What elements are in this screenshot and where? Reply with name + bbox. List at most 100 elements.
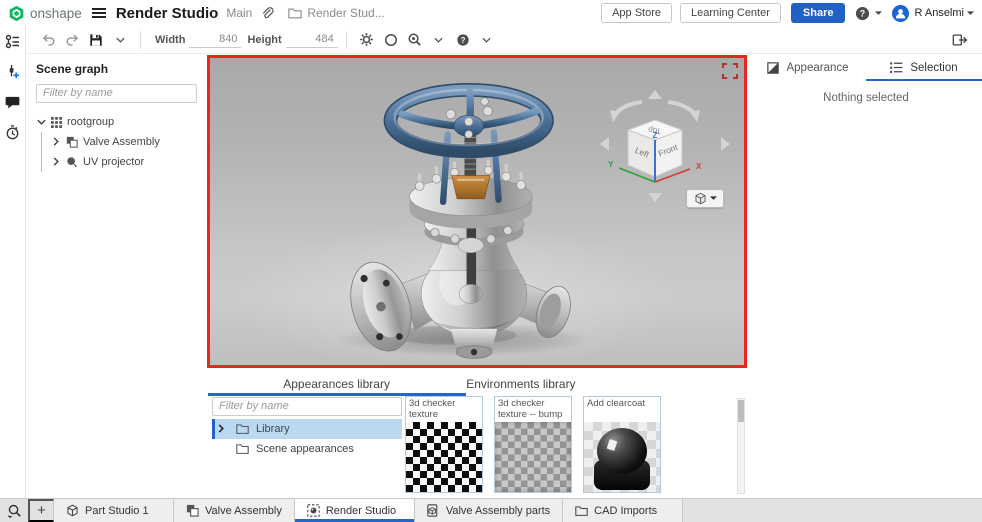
rotate-left-arrow: [610, 110, 620, 122]
library-filter-input[interactable]: [212, 396, 402, 416]
axis-label-z: Z: [653, 131, 658, 140]
app-header: onshape Render Studio Main Render Stud..…: [0, 0, 982, 26]
chevron-right-icon[interactable]: [51, 157, 61, 166]
part-studio-icon: [67, 504, 78, 517]
tree-node-label: Valve Assembly: [83, 135, 160, 148]
versions-link-icon[interactable]: [260, 6, 274, 20]
comment-icon[interactable]: [3, 92, 23, 112]
app-store-button[interactable]: App Store: [601, 3, 672, 23]
left-rail: [0, 26, 26, 498]
arrow-up: [648, 90, 662, 99]
render-settings-gear-button[interactable]: [355, 29, 379, 51]
fullscreen-icon[interactable]: [722, 63, 738, 79]
render-viewport[interactable]: Top Left Front Z X Y: [207, 55, 747, 368]
search-tabs-icon[interactable]: [0, 499, 28, 522]
tab-valve-assembly[interactable]: Valve Assembly: [174, 499, 295, 522]
tab-environments-library[interactable]: Environments library: [466, 371, 725, 396]
render-quality-button[interactable]: [403, 29, 427, 51]
document-tab[interactable]: Render Stud...: [288, 6, 385, 20]
chevron-right-icon[interactable]: [216, 424, 226, 433]
selection-list-icon: [890, 62, 903, 73]
rootgroup-children: Valve Assembly UV projector: [41, 131, 197, 172]
library-folder-pane: Library Scene appearances: [212, 396, 402, 496]
redo-button[interactable]: [60, 29, 84, 51]
arrow-left: [600, 137, 609, 151]
width-input[interactable]: [189, 31, 242, 48]
help-options-chevron[interactable]: [475, 29, 499, 51]
tree-node-uv-projector[interactable]: UV projector: [51, 152, 197, 172]
learning-center-button[interactable]: Learning Center: [680, 3, 781, 23]
svg-text:?: ?: [860, 8, 865, 18]
share-button[interactable]: Share: [790, 3, 846, 23]
tab-label: Valve Assembly parts: [445, 504, 551, 517]
axis-label-x: X: [696, 162, 702, 171]
folder-library[interactable]: Library: [212, 418, 402, 439]
save-options-chevron[interactable]: [108, 29, 132, 51]
inspector-tabs: Appearance Selection: [750, 54, 982, 81]
parameters-add-icon[interactable]: [3, 62, 23, 82]
scrollbar-thumb[interactable]: [738, 400, 744, 422]
add-tab-button[interactable]: +: [28, 499, 54, 522]
tab-cad-imports[interactable]: CAD Imports: [563, 499, 684, 522]
tab-label: Appearance: [786, 61, 849, 74]
chevron-down-icon: [709, 196, 717, 200]
onshape-logo-icon[interactable]: [8, 5, 25, 22]
scene-graph-title: Scene graph: [36, 62, 109, 76]
checker-texture-thumbnail: [406, 422, 482, 492]
appearance-card-add-clearcoat[interactable]: Add clearcoat: [583, 396, 661, 493]
scene-tree: rootgroup Valve Assembly UV projector: [36, 113, 197, 172]
export-button[interactable]: [948, 29, 972, 51]
view-cube[interactable]: Top Left Front Z X Y: [598, 82, 732, 204]
render-options-chevron[interactable]: [427, 29, 451, 51]
library-scrollbar[interactable]: [737, 398, 745, 494]
height-label: Height: [247, 33, 282, 46]
library-tabs: Appearances library Environments library: [207, 371, 747, 396]
toolbar-help-button[interactable]: ?: [451, 29, 475, 51]
arrow-down: [648, 193, 662, 202]
user-name[interactable]: R Anselmi: [914, 7, 964, 19]
folder-icon: [236, 443, 249, 454]
undo-button[interactable]: [36, 29, 60, 51]
chevron-right-icon[interactable]: [51, 137, 61, 146]
scene-filter-input[interactable]: [36, 83, 197, 103]
chevron-down-icon[interactable]: [36, 119, 46, 125]
scene-graph-panel-icon[interactable]: [3, 32, 23, 52]
inspector-panel: Appearance Selection Nothing selected: [750, 54, 982, 498]
tree-node-rootgroup[interactable]: rootgroup: [36, 113, 197, 132]
help-menu[interactable]: ?: [855, 6, 883, 21]
assembly-icon: [186, 504, 199, 517]
tree-node-label: rootgroup: [67, 116, 115, 128]
tab-appearance[interactable]: Appearance: [750, 54, 866, 81]
save-button[interactable]: [84, 29, 108, 51]
library-folder-tree: Library Scene appearances: [212, 418, 402, 459]
tab-part-studio-1[interactable]: Part Studio 1: [54, 499, 174, 522]
tab-valve-assembly-parts[interactable]: Valve Assembly parts: [414, 499, 564, 522]
tab-selection[interactable]: Selection: [866, 54, 982, 81]
tab-label: CAD Imports: [594, 504, 658, 517]
tab-render-studio[interactable]: Render Studio: [294, 499, 415, 522]
checker-bump-thumbnail: [495, 422, 571, 492]
tab-label: Valve Assembly: [205, 504, 282, 517]
document-tabs: Part Studio 1 Valve Assembly Render Stud…: [54, 499, 684, 522]
cube-icon: [695, 192, 705, 205]
document-tab-label: Render Stud...: [307, 6, 385, 20]
library-panel: Appearances library Environments library…: [207, 371, 747, 498]
document-title: Render Studio: [115, 4, 219, 22]
card-title: Add clearcoat: [587, 398, 646, 409]
tree-node-valve-assembly[interactable]: Valve Assembly: [51, 132, 197, 152]
height-input[interactable]: [285, 31, 338, 48]
view-options-button[interactable]: [686, 189, 724, 208]
appearance-card-3d-checker-bump[interactable]: 3d checker texture -- bump: [494, 396, 572, 493]
valve-3d-model[interactable]: [326, 78, 622, 364]
appearance-card-3d-checker[interactable]: 3d checker texture: [405, 396, 483, 493]
document-tab-bar: + Part Studio 1 Valve Assembly Render St…: [0, 498, 982, 522]
render-studio-app: onshape Render Studio Main Render Stud..…: [0, 0, 982, 522]
history-icon[interactable]: [3, 122, 23, 142]
avatar[interactable]: [892, 4, 910, 22]
card-title: 3d checker texture -- bump: [498, 398, 563, 420]
lens-button[interactable]: [379, 29, 403, 51]
chevron-down-icon[interactable]: [967, 10, 974, 16]
menu-icon[interactable]: [91, 7, 106, 19]
active-tab-underline: [866, 78, 982, 81]
folder-scene-appearances[interactable]: Scene appearances: [212, 439, 402, 459]
